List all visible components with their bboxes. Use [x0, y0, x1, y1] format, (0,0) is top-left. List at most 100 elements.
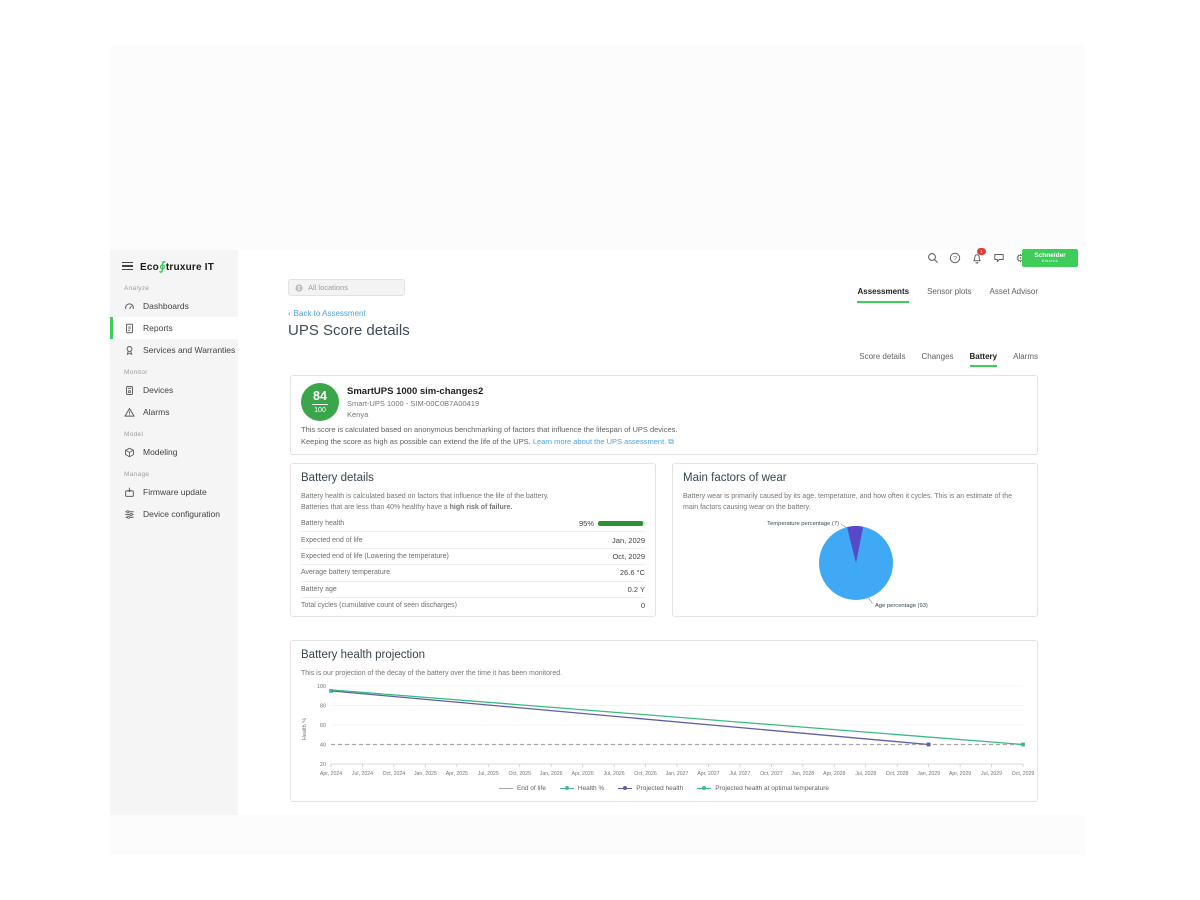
legend-item-projected-health: Projected health	[618, 785, 683, 792]
feedback-icon[interactable]	[992, 252, 1005, 265]
svg-text:60: 60	[320, 723, 326, 729]
svg-text:Apr, 2029: Apr, 2029	[949, 771, 971, 777]
sidebar-item-devices[interactable]: Devices	[110, 379, 238, 401]
device-location: Kenya	[347, 410, 368, 419]
location-filter[interactable]: All locations	[288, 279, 405, 296]
app-logo: Eco∮truxure IT	[140, 259, 214, 273]
alarms-icon	[124, 407, 135, 418]
battery-detail-row-battery-health: Battery health95%	[301, 516, 645, 532]
schneider-electric-logo[interactable]: Schneider Electric	[1022, 249, 1078, 267]
legend-label: Health %	[578, 785, 604, 792]
battery-detail-label: Expected end of life	[301, 537, 363, 544]
sidebar-item-services-and-warranties[interactable]: Services and Warranties	[110, 339, 238, 361]
battery-detail-value: 0	[641, 601, 645, 610]
sidebar-section-model: Model	[110, 423, 238, 441]
subtab-battery[interactable]: Battery	[970, 352, 998, 367]
legend-item-end-of-life: End of life	[499, 785, 546, 792]
ups-score-card: 84 100 SmartUPS 1000 sim-changes2 Smart-…	[290, 375, 1038, 455]
sidebar-item-label: Dashboards	[143, 301, 189, 311]
detail-subtabs: Score details Changes Battery Alarms	[840, 352, 1038, 367]
subtab-score-details[interactable]: Score details	[859, 352, 905, 367]
battery-detail-label: Expected end of life (Lowering the tempe…	[301, 553, 449, 560]
sidebar-item-dashboards[interactable]: Dashboards	[110, 295, 238, 317]
svg-text:Oct, 2025: Oct, 2025	[508, 771, 531, 777]
modeling-icon	[124, 447, 135, 458]
svg-text:Apr, 2024: Apr, 2024	[320, 771, 342, 777]
svg-text:80: 80	[320, 704, 326, 710]
battery-detail-row-average-battery-temperature: Average battery temperature 26.6 °C	[301, 565, 645, 581]
tab-sensor-plots[interactable]: Sensor plots	[927, 287, 971, 303]
legend-glyph	[499, 788, 513, 789]
device-model: Smart-UPS 1000 - SIM-00C0B7A00419	[347, 399, 479, 408]
services-warranties-icon	[124, 345, 135, 356]
battery-detail-row-expected-end-of-life-lowering-the-temperature: Expected end of life (Lowering the tempe…	[301, 549, 645, 565]
score-max: 100	[314, 407, 326, 414]
svg-text:Jan, 2028: Jan, 2028	[791, 771, 814, 777]
notification-badge: 1	[977, 248, 986, 255]
help-icon[interactable]: ?	[948, 252, 961, 265]
sidebar-item-label: Device configuration	[143, 509, 220, 519]
svg-text:Jul, 2024: Jul, 2024	[352, 771, 373, 777]
sidebar-section-manage: Manage	[110, 463, 238, 481]
sidebar-item-reports[interactable]: Reports	[110, 317, 238, 339]
score-description-line2: Keeping the score as high as possible ca…	[301, 437, 674, 447]
sidebar-section-monitor: Monitor	[110, 361, 238, 379]
sidebar-nav: Analyze Dashboards Reports Services and War…	[110, 277, 238, 525]
svg-text:Apr, 2028: Apr, 2028	[823, 771, 845, 777]
sidebar-section-analyze: Analyze	[110, 277, 238, 295]
back-to-assessment-link[interactable]: ‹ Back to Assessment	[288, 309, 366, 318]
external-link-icon: ⧉	[668, 437, 673, 446]
battery-detail-label: Total cycles (cumulative count of seen d…	[301, 602, 457, 609]
svg-text:Oct, 2027: Oct, 2027	[760, 771, 783, 777]
notifications-bell-icon[interactable]: 1	[970, 252, 983, 265]
svg-text:Jul, 2025: Jul, 2025	[478, 771, 499, 777]
battery-health-projection-card: Battery health projection This is our pr…	[290, 640, 1038, 802]
score-value: 84	[313, 390, 327, 403]
sidebar-item-modeling[interactable]: Modeling	[110, 441, 238, 463]
location-filter-value: All locations	[308, 283, 348, 292]
svg-text:100: 100	[317, 684, 326, 690]
svg-text:Apr, 2027: Apr, 2027	[697, 771, 719, 777]
subtab-alarms[interactable]: Alarms	[1013, 352, 1038, 367]
app-window: Eco∮truxure IT Analyze Dashboards Reports S…	[0, 0, 1200, 900]
sidebar-item-label: Alarms	[143, 407, 169, 417]
chevron-left-icon: ‹	[288, 309, 291, 318]
battery-details-rows: Battery health95%Expected end of lifeJan…	[301, 516, 645, 613]
legend-label: Projected health	[636, 785, 683, 792]
page-title: UPS Score details	[288, 322, 410, 339]
high-risk-emphasis: high risk of failure.	[450, 504, 513, 511]
battery-detail-value: 26.6 °C	[620, 568, 645, 577]
devices-icon	[124, 385, 135, 396]
svg-text:Jul, 2026: Jul, 2026	[604, 771, 625, 777]
svg-text:Oct, 2028: Oct, 2028	[886, 771, 909, 777]
tab-assessments[interactable]: Assessments	[857, 287, 909, 303]
subtab-changes[interactable]: Changes	[922, 352, 954, 367]
ecostruxure-logo-glyph: ∮	[159, 259, 166, 273]
svg-text:Apr, 2025: Apr, 2025	[446, 771, 468, 777]
svg-text:Jan, 2029: Jan, 2029	[917, 771, 940, 777]
battery-detail-row-total-cycles-cumulative-count-of-seen-discharges: Total cycles (cumulative count of seen d…	[301, 598, 645, 613]
legend-label: Projected health at optimal temperature	[715, 785, 829, 792]
wear-pie-chart: Temperature percentage (7)Age percentage…	[673, 510, 1037, 616]
sidebar-item-label: Modeling	[143, 447, 178, 457]
battery-details-description: Battery health is calculated based on fa…	[301, 491, 645, 513]
sidebar-item-label: Firmware update	[143, 487, 207, 497]
svg-text:Jan, 2027: Jan, 2027	[666, 771, 689, 777]
main-factors-of-wear-card: Main factors of wear Battery wear is pri…	[672, 463, 1038, 617]
search-icon[interactable]	[926, 252, 939, 265]
legend-glyph	[618, 788, 632, 789]
battery-detail-row-battery-age: Battery age0.2 Y	[301, 582, 645, 598]
battery-detail-label: Average battery temperature	[301, 569, 390, 576]
sidebar-item-alarms[interactable]: Alarms	[110, 401, 238, 423]
tab-asset-advisor[interactable]: Asset Advisor	[990, 287, 1038, 303]
hamburger-menu-icon[interactable]	[122, 262, 133, 271]
battery-details-title: Battery details	[301, 472, 374, 484]
sidebar-item-device-configuration[interactable]: Device configuration	[110, 503, 238, 525]
sidebar-item-label: Services and Warranties	[143, 345, 235, 355]
projection-line-chart: 20406080100Apr, 2024Jul, 2024Oct, 2024Ja…	[295, 679, 1035, 783]
learn-more-link[interactable]: Learn more about the UPS assessment. ⧉	[533, 437, 674, 446]
svg-text:Apr, 2026: Apr, 2026	[572, 771, 594, 777]
sidebar-item-label: Devices	[143, 385, 173, 395]
sidebar-item-firmware-update[interactable]: Firmware update	[110, 481, 238, 503]
legend-glyph	[697, 788, 711, 789]
